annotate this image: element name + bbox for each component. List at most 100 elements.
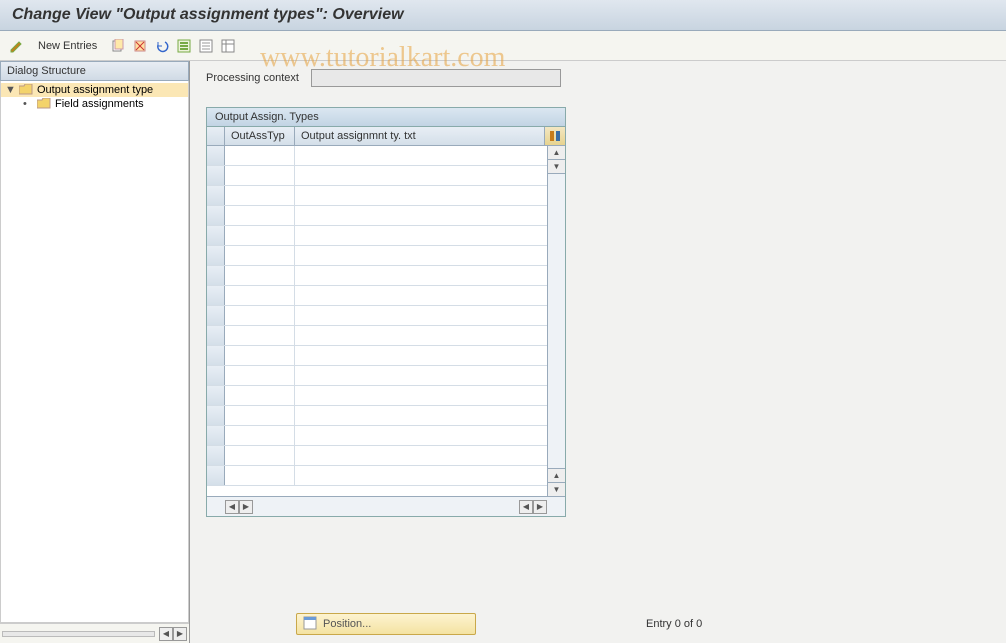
cell-outasstyp[interactable] — [225, 326, 295, 345]
row-selector[interactable] — [207, 286, 225, 305]
cell-output-assign-txt[interactable] — [295, 466, 547, 485]
grid-hscroll-left-icon[interactable]: ◀ — [225, 500, 239, 514]
row-selector[interactable] — [207, 426, 225, 445]
folder-closed-icon — [37, 98, 51, 110]
cell-output-assign-txt[interactable] — [295, 386, 547, 405]
sidebar-hscroll: ◀ ▶ — [0, 623, 189, 643]
grid-hscroll-right2-icon[interactable]: ▶ — [533, 500, 547, 514]
row-selector[interactable] — [207, 146, 225, 165]
cell-output-assign-txt[interactable] — [295, 326, 547, 345]
grid-vscroll-up2-icon[interactable]: ▲ — [548, 468, 565, 482]
table-row[interactable] — [207, 446, 547, 466]
tree-item-output-assignment-types[interactable]: ▼ Output assignment type — [1, 83, 188, 97]
select-all-icon[interactable] — [175, 37, 193, 55]
cell-outasstyp[interactable] — [225, 286, 295, 305]
cell-outasstyp[interactable] — [225, 226, 295, 245]
grid-hscroll-left2-icon[interactable]: ◀ — [519, 500, 533, 514]
cell-outasstyp[interactable] — [225, 406, 295, 425]
cell-output-assign-txt[interactable] — [295, 446, 547, 465]
row-selector[interactable] — [207, 246, 225, 265]
cell-output-assign-txt[interactable] — [295, 426, 547, 445]
new-entries-button[interactable]: New Entries — [30, 38, 105, 54]
grid-hscroll-right-icon[interactable]: ▶ — [239, 500, 253, 514]
cell-output-assign-txt[interactable] — [295, 146, 547, 165]
cell-output-assign-txt[interactable] — [295, 286, 547, 305]
grid-col-outasstyp[interactable]: OutAssTyp — [225, 127, 295, 145]
cell-output-assign-txt[interactable] — [295, 346, 547, 365]
tree-expand-icon[interactable]: ▼ — [5, 84, 15, 96]
row-selector[interactable] — [207, 466, 225, 485]
row-selector[interactable] — [207, 406, 225, 425]
delete-icon[interactable] — [131, 37, 149, 55]
grid-col-output-assign-txt[interactable]: Output assignmnt ty. txt — [295, 127, 545, 145]
row-selector[interactable] — [207, 266, 225, 285]
grid-vscroll-down-icon[interactable]: ▼ — [548, 160, 565, 174]
grid-vscroll-down2-icon[interactable]: ▼ — [548, 482, 565, 496]
change-icon[interactable] — [8, 37, 26, 55]
table-row[interactable] — [207, 246, 547, 266]
sidebar-hscroll-right-icon[interactable]: ▶ — [173, 627, 187, 641]
sidebar-hscroll-handle[interactable] — [2, 631, 155, 637]
sidebar-hscroll-left-icon[interactable]: ◀ — [159, 627, 173, 641]
copy-icon[interactable] — [109, 37, 127, 55]
cell-outasstyp[interactable] — [225, 306, 295, 325]
row-selector[interactable] — [207, 226, 225, 245]
grid-vscroll: ▲ ▼ ▲ ▼ — [547, 146, 565, 496]
cell-outasstyp[interactable] — [225, 246, 295, 265]
cell-output-assign-txt[interactable] — [295, 406, 547, 425]
cell-outasstyp[interactable] — [225, 446, 295, 465]
table-row[interactable] — [207, 206, 547, 226]
grid-output-assign-types: Output Assign. Types OutAssTyp Output as… — [206, 107, 566, 517]
cell-outasstyp[interactable] — [225, 146, 295, 165]
cell-output-assign-txt[interactable] — [295, 226, 547, 245]
table-row[interactable] — [207, 386, 547, 406]
table-row[interactable] — [207, 326, 547, 346]
row-selector[interactable] — [207, 166, 225, 185]
grid-select-all[interactable] — [207, 127, 225, 145]
row-selector[interactable] — [207, 446, 225, 465]
table-row[interactable] — [207, 306, 547, 326]
cell-outasstyp[interactable] — [225, 346, 295, 365]
cell-output-assign-txt[interactable] — [295, 366, 547, 385]
cell-output-assign-txt[interactable] — [295, 166, 547, 185]
table-row[interactable] — [207, 366, 547, 386]
cell-outasstyp[interactable] — [225, 386, 295, 405]
cell-outasstyp[interactable] — [225, 186, 295, 205]
row-selector[interactable] — [207, 186, 225, 205]
table-row[interactable] — [207, 226, 547, 246]
deselect-all-icon[interactable] — [197, 37, 215, 55]
cell-output-assign-txt[interactable] — [295, 266, 547, 285]
grid-config-icon[interactable] — [545, 127, 565, 145]
tree-item-field-assignments[interactable]: • Field assignments — [1, 97, 188, 111]
table-row[interactable] — [207, 286, 547, 306]
cell-outasstyp[interactable] — [225, 266, 295, 285]
table-row[interactable] — [207, 186, 547, 206]
table-row[interactable] — [207, 166, 547, 186]
row-selector[interactable] — [207, 386, 225, 405]
cell-output-assign-txt[interactable] — [295, 306, 547, 325]
row-selector[interactable] — [207, 346, 225, 365]
cell-output-assign-txt[interactable] — [295, 206, 547, 225]
undo-icon[interactable] — [153, 37, 171, 55]
row-selector[interactable] — [207, 206, 225, 225]
row-selector[interactable] — [207, 366, 225, 385]
position-button[interactable]: Position... — [296, 613, 476, 635]
table-row[interactable] — [207, 346, 547, 366]
table-row[interactable] — [207, 466, 547, 486]
row-selector[interactable] — [207, 326, 225, 345]
cell-outasstyp[interactable] — [225, 166, 295, 185]
cell-outasstyp[interactable] — [225, 426, 295, 445]
table-settings-icon[interactable] — [219, 37, 237, 55]
cell-output-assign-txt[interactable] — [295, 246, 547, 265]
table-row[interactable] — [207, 406, 547, 426]
table-row[interactable] — [207, 146, 547, 166]
cell-output-assign-txt[interactable] — [295, 186, 547, 205]
row-selector[interactable] — [207, 306, 225, 325]
table-row[interactable] — [207, 426, 547, 446]
cell-outasstyp[interactable] — [225, 366, 295, 385]
grid-vscroll-up-icon[interactable]: ▲ — [548, 146, 565, 160]
cell-outasstyp[interactable] — [225, 206, 295, 225]
cell-outasstyp[interactable] — [225, 466, 295, 485]
processing-context-input[interactable] — [311, 69, 561, 87]
table-row[interactable] — [207, 266, 547, 286]
